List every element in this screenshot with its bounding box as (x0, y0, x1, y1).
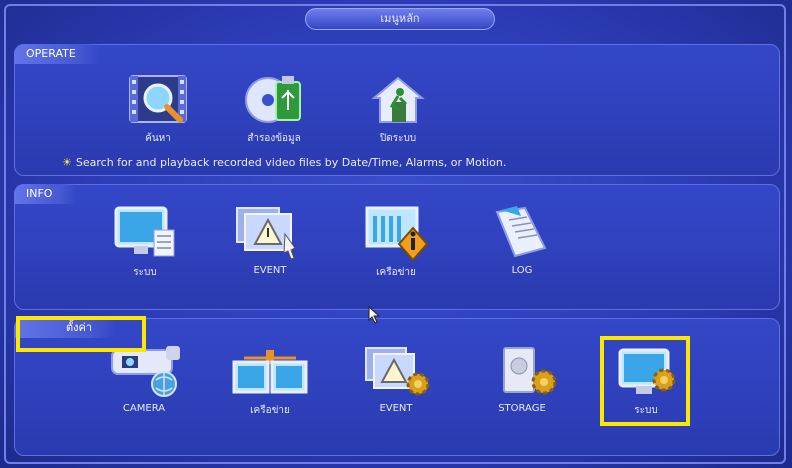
info-network-tile[interactable]: เครือข่าย (346, 204, 446, 280)
dvr-main-menu-screen: เมนูหลัก OPERATE ค้นหา สำรองข้อมูล ปิดระ… (0, 0, 792, 468)
search-video-icon (129, 75, 187, 123)
setting-storage-label: STORAGE (498, 403, 546, 414)
setting-storage-tile[interactable]: STORAGE (472, 344, 572, 414)
storage-setting-icon (503, 347, 557, 395)
info-event-tile[interactable]: EVENT (220, 204, 320, 276)
operate-hint: ☀ Search for and playback recorded video … (62, 156, 506, 169)
info-event-label: EVENT (253, 265, 287, 276)
setting-event-label: EVENT (379, 403, 413, 414)
info-system-tile[interactable]: ระบบ (95, 204, 195, 280)
mouse-pointer-icon (368, 306, 381, 324)
event-warning-icon (236, 207, 296, 260)
setting-camera-label: CAMERA (122, 403, 166, 414)
lightbulb-icon: ☀ (62, 156, 72, 169)
info-log-label: LOG (511, 265, 533, 276)
network-setting-icon (232, 350, 308, 394)
info-system-label: ระบบ (133, 267, 157, 278)
setting-network-tile[interactable]: เครือข่าย (220, 344, 320, 418)
info-log-tile[interactable]: LOG (472, 204, 572, 276)
event-setting-icon (365, 347, 430, 396)
shutdown-exit-icon (371, 76, 425, 123)
operate-backup-label: สำรองข้อมูล (247, 133, 301, 144)
operate-section-label: OPERATE (14, 44, 100, 64)
network-info-icon (365, 206, 429, 262)
backup-disc-usb-icon (245, 76, 301, 123)
log-book-icon (495, 206, 547, 258)
operate-backup-tile[interactable]: สำรองข้อมูล (224, 72, 324, 146)
operate-shutdown-label: ปิดระบบ (379, 133, 417, 144)
operate-hint-text: Search for and playback recorded video f… (75, 156, 507, 169)
info-section-label: INFO (14, 184, 77, 204)
setting-event-tile[interactable]: EVENT (346, 344, 446, 414)
setting-camera-tile[interactable]: CAMERA (94, 344, 194, 414)
setting-label-highlight (16, 316, 146, 352)
camera-setting-icon (111, 346, 180, 397)
system-info-monitor-icon (114, 206, 175, 257)
operate-search-tile[interactable]: ค้นหา (108, 72, 208, 146)
setting-network-label: เครือข่าย (250, 405, 290, 416)
window-title: เมนูหลัก (305, 8, 495, 30)
info-network-label: เครือข่าย (376, 267, 416, 278)
system-setting-highlight (600, 336, 690, 426)
operate-search-label: ค้นหา (145, 133, 171, 144)
operate-shutdown-tile[interactable]: ปิดระบบ (348, 72, 448, 146)
